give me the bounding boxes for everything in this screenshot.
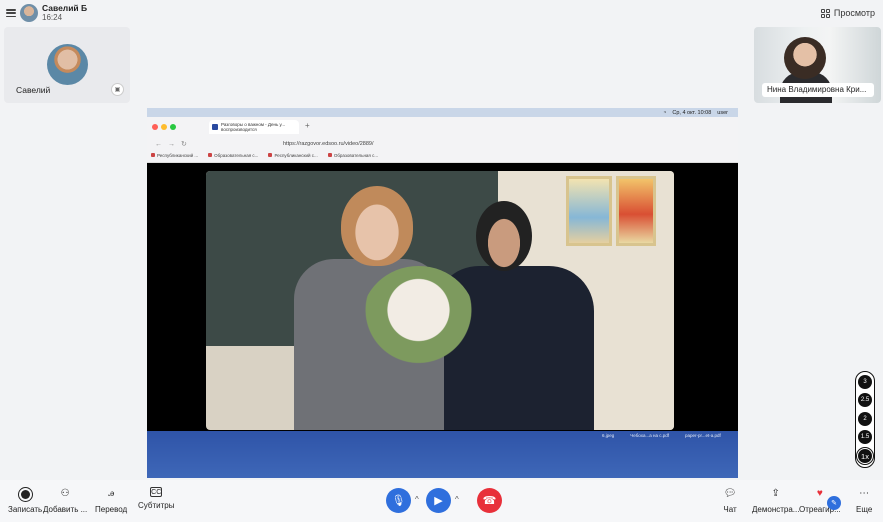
speed-option[interactable]: 2 xyxy=(858,411,872,426)
nav-arrows-icon: ←→↻ xyxy=(155,141,193,148)
mac-wifi-icon: ◔ xyxy=(663,109,667,116)
screen-share-button[interactable]: ⇪ Демонстра... xyxy=(752,487,799,514)
camera-icon: ▶︎ xyxy=(434,495,443,507)
conference-window: Савелий Б 16:24 Просмотр Савелий ▣ Нина … xyxy=(0,0,883,522)
add-participant-button[interactable]: ⚇ Добавить ... xyxy=(43,487,87,514)
address-bar: https://razgovor.edsoo.ru/video/2889/ xyxy=(283,141,374,147)
user-info: Савелий Б 16:24 xyxy=(42,3,87,23)
camera-options-chevron-icon[interactable]: ^ xyxy=(455,495,459,504)
screen-share: ◔ Ср, 4 окт. 10:08 user Разговоры о важн… xyxy=(147,108,738,478)
record-label: Записать xyxy=(8,505,43,514)
pencil-icon[interactable]: ✎ xyxy=(827,496,841,510)
avatar[interactable] xyxy=(20,4,38,22)
desktop-files: 6.jpeg Чебоха...а на с.pdf paper-pr...et… xyxy=(602,433,721,438)
microphone-icon: 🎙︎ xyxy=(391,495,406,507)
camera-off-icon: ▣ xyxy=(111,83,124,96)
close-dot-icon xyxy=(152,124,158,130)
menu-icon[interactable] xyxy=(6,9,16,17)
maximize-dot-icon xyxy=(170,124,176,130)
share-screen-icon: ⇪ xyxy=(771,488,780,499)
participant-name: Нина Владимировна Кри... xyxy=(762,83,874,97)
view-button[interactable]: Просмотр xyxy=(820,8,875,18)
bookmarks-bar: Республиканский ... Образовательная с...… xyxy=(151,153,378,158)
top-bar: Савелий Б 16:24 Просмотр xyxy=(0,0,883,26)
microphone-button[interactable]: 🎙︎ xyxy=(386,488,411,513)
chat-button[interactable]: 💬︎ Чат xyxy=(723,487,737,514)
add-participant-label: Добавить ... xyxy=(43,505,88,514)
mac-clock: Ср, 4 окт. 10:08 xyxy=(672,109,712,116)
favicon-icon xyxy=(212,124,218,130)
browser-chrome: Разговоры о важном - День у... воспроизв… xyxy=(147,117,738,163)
hangup-icon: ☎︎ xyxy=(482,495,497,507)
mic-options-chevron-icon[interactable]: ^ xyxy=(415,495,419,504)
participant-name: Савелий xyxy=(16,85,51,95)
hangup-button[interactable]: ☎︎ xyxy=(477,488,502,513)
translate-button[interactable]: ꭿ Перевод xyxy=(95,487,127,514)
playback-speed-control: 3 2.5 2 1.5 1x xyxy=(855,371,875,468)
translate-label: Перевод xyxy=(95,505,128,514)
video-frame xyxy=(206,171,674,430)
new-tab-icon: + xyxy=(305,121,310,130)
mac-menu-bar: ◔ Ср, 4 окт. 10:08 user xyxy=(147,108,738,117)
heart-icon: ♥ xyxy=(816,488,823,499)
more-label: Еще xyxy=(856,505,873,514)
desktop-background xyxy=(147,431,738,478)
participant-video-face xyxy=(784,37,826,79)
desktop-file: paper-pr...et-a.pdf xyxy=(684,433,721,438)
call-time: 16:24 xyxy=(42,13,63,22)
speed-option[interactable]: 1.5 xyxy=(858,429,872,444)
woman-head xyxy=(341,186,413,266)
desktop-file: Чебоха...а на с.pdf xyxy=(630,433,669,438)
speed-option[interactable]: 3 xyxy=(858,375,872,389)
screen-share-label: Демонстра... xyxy=(752,505,800,514)
minimize-dot-icon xyxy=(161,124,167,130)
desktop-file: 6.jpeg xyxy=(602,433,615,438)
add-user-icon: ⚇ xyxy=(60,488,70,499)
mac-user: user xyxy=(717,109,728,116)
video-player-area xyxy=(147,164,738,431)
tab-subtitle: воспроизводится xyxy=(221,127,257,132)
picture-frame xyxy=(616,176,656,246)
picture-frame xyxy=(566,176,612,246)
grid-icon xyxy=(820,8,830,18)
participant-tile-self[interactable]: Савелий ▣ xyxy=(4,27,130,103)
more-button[interactable]: ⋯ Еще xyxy=(856,487,872,514)
bookmark-item: Образовательная с... xyxy=(208,153,258,158)
window-controls xyxy=(152,124,176,130)
speed-option[interactable]: 2.5 xyxy=(858,393,872,408)
more-icon: ⋯ xyxy=(859,488,870,499)
participant-tile-remote[interactable]: Нина Владимировна Кри... xyxy=(754,27,881,103)
view-button-label: Просмотр xyxy=(833,8,875,18)
participant-avatar xyxy=(47,44,88,85)
chat-icon: 💬︎ xyxy=(723,488,737,499)
flower-bouquet xyxy=(361,266,476,376)
man-head xyxy=(476,201,532,271)
bookmark-item: Образовательная с... xyxy=(328,153,378,158)
camera-button[interactable]: ▶︎ xyxy=(426,488,451,513)
browser-tab: Разговоры о важном - День у... воспроизв… xyxy=(209,120,299,134)
chat-label: Чат xyxy=(723,505,737,514)
translate-icon: ꭿ xyxy=(108,488,115,499)
speed-option-selected[interactable]: 1x xyxy=(857,448,873,464)
subtitles-label: Субтитры xyxy=(138,501,175,510)
user-name: Савелий Б xyxy=(42,3,88,13)
record-button[interactable]: Записать xyxy=(8,487,42,514)
subtitles-icon: CC xyxy=(150,487,163,497)
record-icon xyxy=(18,487,32,501)
subtitles-button[interactable]: CC Субтитры xyxy=(138,487,174,510)
bookmark-item: Республиканский ... xyxy=(151,153,198,158)
bookmark-item: Республиканский с... xyxy=(268,153,317,158)
